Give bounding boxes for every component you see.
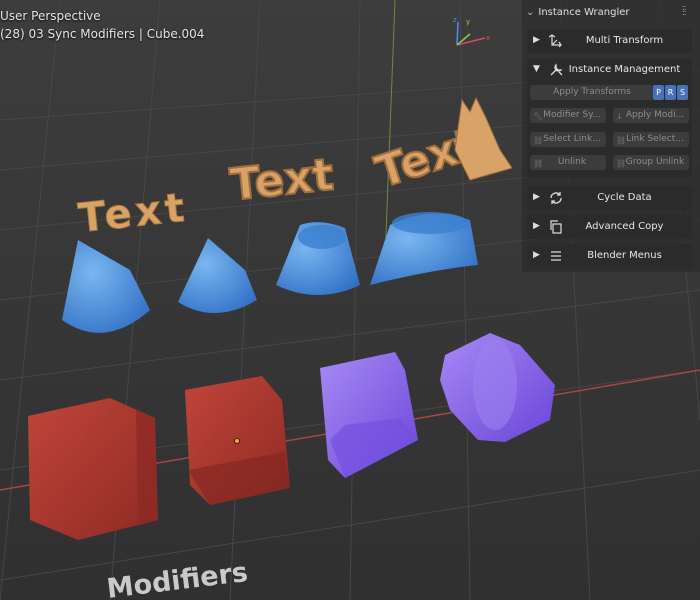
link-icon: ⛓︎ xyxy=(533,136,544,145)
unlink-button[interactable]: ⛓︎ Unlink xyxy=(530,155,606,170)
chevron-down-icon: ⌄ xyxy=(526,7,535,18)
apply-scale-toggle[interactable]: S xyxy=(677,85,688,100)
section-label: Advanced Copy xyxy=(585,221,664,232)
cube-2[interactable] xyxy=(185,376,290,505)
section-label: Instance Management xyxy=(568,64,681,75)
button-label: Unlink xyxy=(557,157,587,167)
gizmo-x-label: x xyxy=(486,34,490,42)
section-cycle-data[interactable]: ▶ Cycle Data xyxy=(527,186,692,210)
drag-handle-icon[interactable]: :::: xyxy=(682,4,687,17)
modifier-sync-button[interactable]: 🔧︎ Modifier Sy... xyxy=(530,108,606,123)
button-label: Apply Modi... xyxy=(625,110,685,120)
apply-modifiers-button[interactable]: ↓ Apply Modi... xyxy=(613,108,689,123)
unlink-icon: ⛓︎ xyxy=(533,159,544,168)
select-linked-button[interactable]: ⛓︎ Select Link... xyxy=(530,132,606,147)
section-blender-menus[interactable]: ▶ Blender Menus xyxy=(527,244,692,268)
panel-header[interactable]: ⌄ Instance Wrangler xyxy=(526,7,630,18)
section-label: Cycle Data xyxy=(597,192,652,203)
view-context-label: (28) 03 Sync Modifiers | Cube.004 xyxy=(0,27,205,41)
apply-transforms-button[interactable]: Apply Transforms xyxy=(530,85,654,100)
button-label: Group Unlink xyxy=(625,157,685,167)
view-perspective-label: User Perspective xyxy=(0,9,101,23)
button-label: Link Select... xyxy=(626,134,684,144)
group-unlink-button[interactable]: ⛓︎ Group Unlink xyxy=(613,155,689,170)
apply-position-toggle[interactable]: P xyxy=(653,85,664,100)
button-label: Select Link... xyxy=(543,134,601,144)
object-origin xyxy=(234,438,240,444)
link-selected-button[interactable]: ⛓︎ Link Select... xyxy=(613,132,689,147)
panel-title: Instance Wrangler xyxy=(538,7,630,18)
instance-management-header[interactable]: ▼ Instance Management xyxy=(527,58,692,82)
arrow-down-icon: ↓ xyxy=(616,112,623,121)
wrench-icon: 🔧︎ xyxy=(533,112,544,121)
link-icon: ⛓︎ xyxy=(616,136,627,145)
section-advanced-copy[interactable]: ▶ Advanced Copy xyxy=(527,215,692,239)
section-label: Multi Transform xyxy=(585,35,664,46)
button-label: Modifier Sy... xyxy=(543,110,601,120)
cube-1[interactable] xyxy=(28,398,158,540)
unlink-icon: ⛓︎ xyxy=(616,159,627,168)
section-label: Blender Menus xyxy=(587,250,662,261)
gizmo-y-label: y xyxy=(466,18,470,26)
apply-rotation-toggle[interactable]: R xyxy=(665,85,676,100)
section-multi-transform[interactable]: ▶ Multi Transform xyxy=(527,29,692,53)
gizmo-z-label: z xyxy=(453,16,457,24)
text-object-2[interactable]: Text xyxy=(227,148,337,212)
